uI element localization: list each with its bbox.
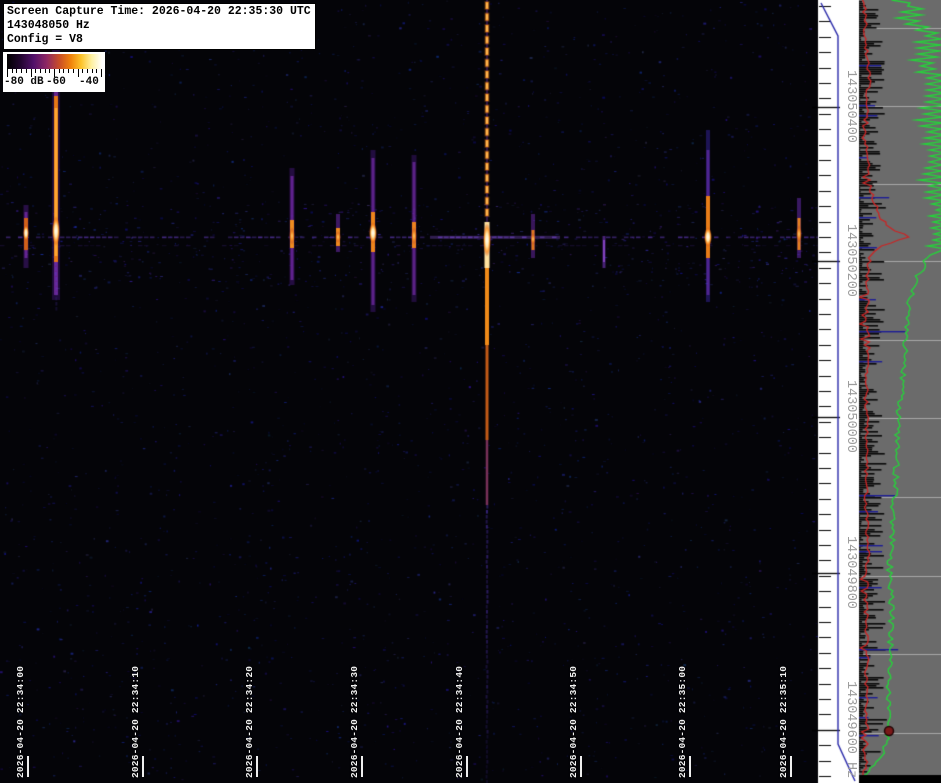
time-tick: [142, 756, 144, 777]
time-label: 2026-04-20 22:34:20: [244, 665, 255, 778]
time-label: 2026-04-20 22:34:10: [130, 665, 141, 778]
colorbar-tick: [44, 69, 46, 73]
capture-config-text: Config = V8: [7, 33, 83, 46]
colorbar-label: -80 dB: [4, 76, 44, 88]
colorbar-tick: [35, 69, 37, 73]
time-label: 2026-04-20 22:35:00: [677, 665, 688, 778]
freq-label: 143050000: [843, 380, 858, 454]
colorbar-label: -60: [46, 76, 66, 88]
colorbar-tick: [86, 69, 88, 73]
colorbar-tick: [25, 69, 27, 73]
capture-info-box: Screen Capture Time: 2026-04-20 22:35:30…: [3, 3, 316, 50]
time-label: 2026-04-20 22:34:50: [568, 665, 579, 778]
time-label: 2026-04-20 22:35:10: [778, 665, 789, 778]
colorbar-tick: [16, 69, 18, 73]
colorbar-tick: [49, 69, 51, 73]
time-tick: [466, 756, 468, 777]
time-tick: [27, 756, 29, 777]
colorbar-tick: [39, 69, 41, 73]
freq-label: 143049800: [843, 536, 858, 610]
colorbar-tick: [101, 69, 102, 77]
time-tick: [790, 756, 792, 777]
colorbar-label: -40: [79, 76, 99, 88]
time-tick: [689, 756, 691, 777]
spectrogram-canvas: [0, 0, 941, 783]
time-label: 2026-04-20 22:34:40: [454, 665, 465, 778]
colorbar-gradient: [7, 54, 102, 69]
colorbar-tick: [82, 69, 84, 73]
colorbar-tick: [63, 69, 65, 73]
time-label: 2026-04-20 22:34:00: [15, 665, 26, 778]
freq-label: 143049600 Hz: [843, 681, 858, 779]
colorbar-tick: [58, 69, 60, 73]
colorbar-legend: -80 dB -60 -40: [3, 52, 105, 92]
freq-label: 143050200: [843, 224, 858, 298]
time-label: 2026-04-20 22:34:30: [349, 665, 360, 778]
capture-frequency-text: 143048050 Hz: [7, 19, 90, 32]
colorbar-tick: [91, 69, 93, 73]
colorbar-tick: [11, 69, 13, 73]
time-tick: [256, 756, 258, 777]
colorbar-tick: [96, 69, 98, 73]
colorbar-tick: [68, 69, 70, 73]
time-tick: [361, 756, 363, 777]
colorbar-tick: [72, 69, 74, 73]
capture-time-text: Screen Capture Time: 2026-04-20 22:35:30…: [7, 5, 311, 18]
spectrogram-screen-capture: Screen Capture Time: 2026-04-20 22:35:30…: [0, 0, 941, 783]
freq-label: 143050400: [843, 70, 858, 144]
time-tick: [580, 756, 582, 777]
colorbar-tick: [21, 69, 23, 73]
